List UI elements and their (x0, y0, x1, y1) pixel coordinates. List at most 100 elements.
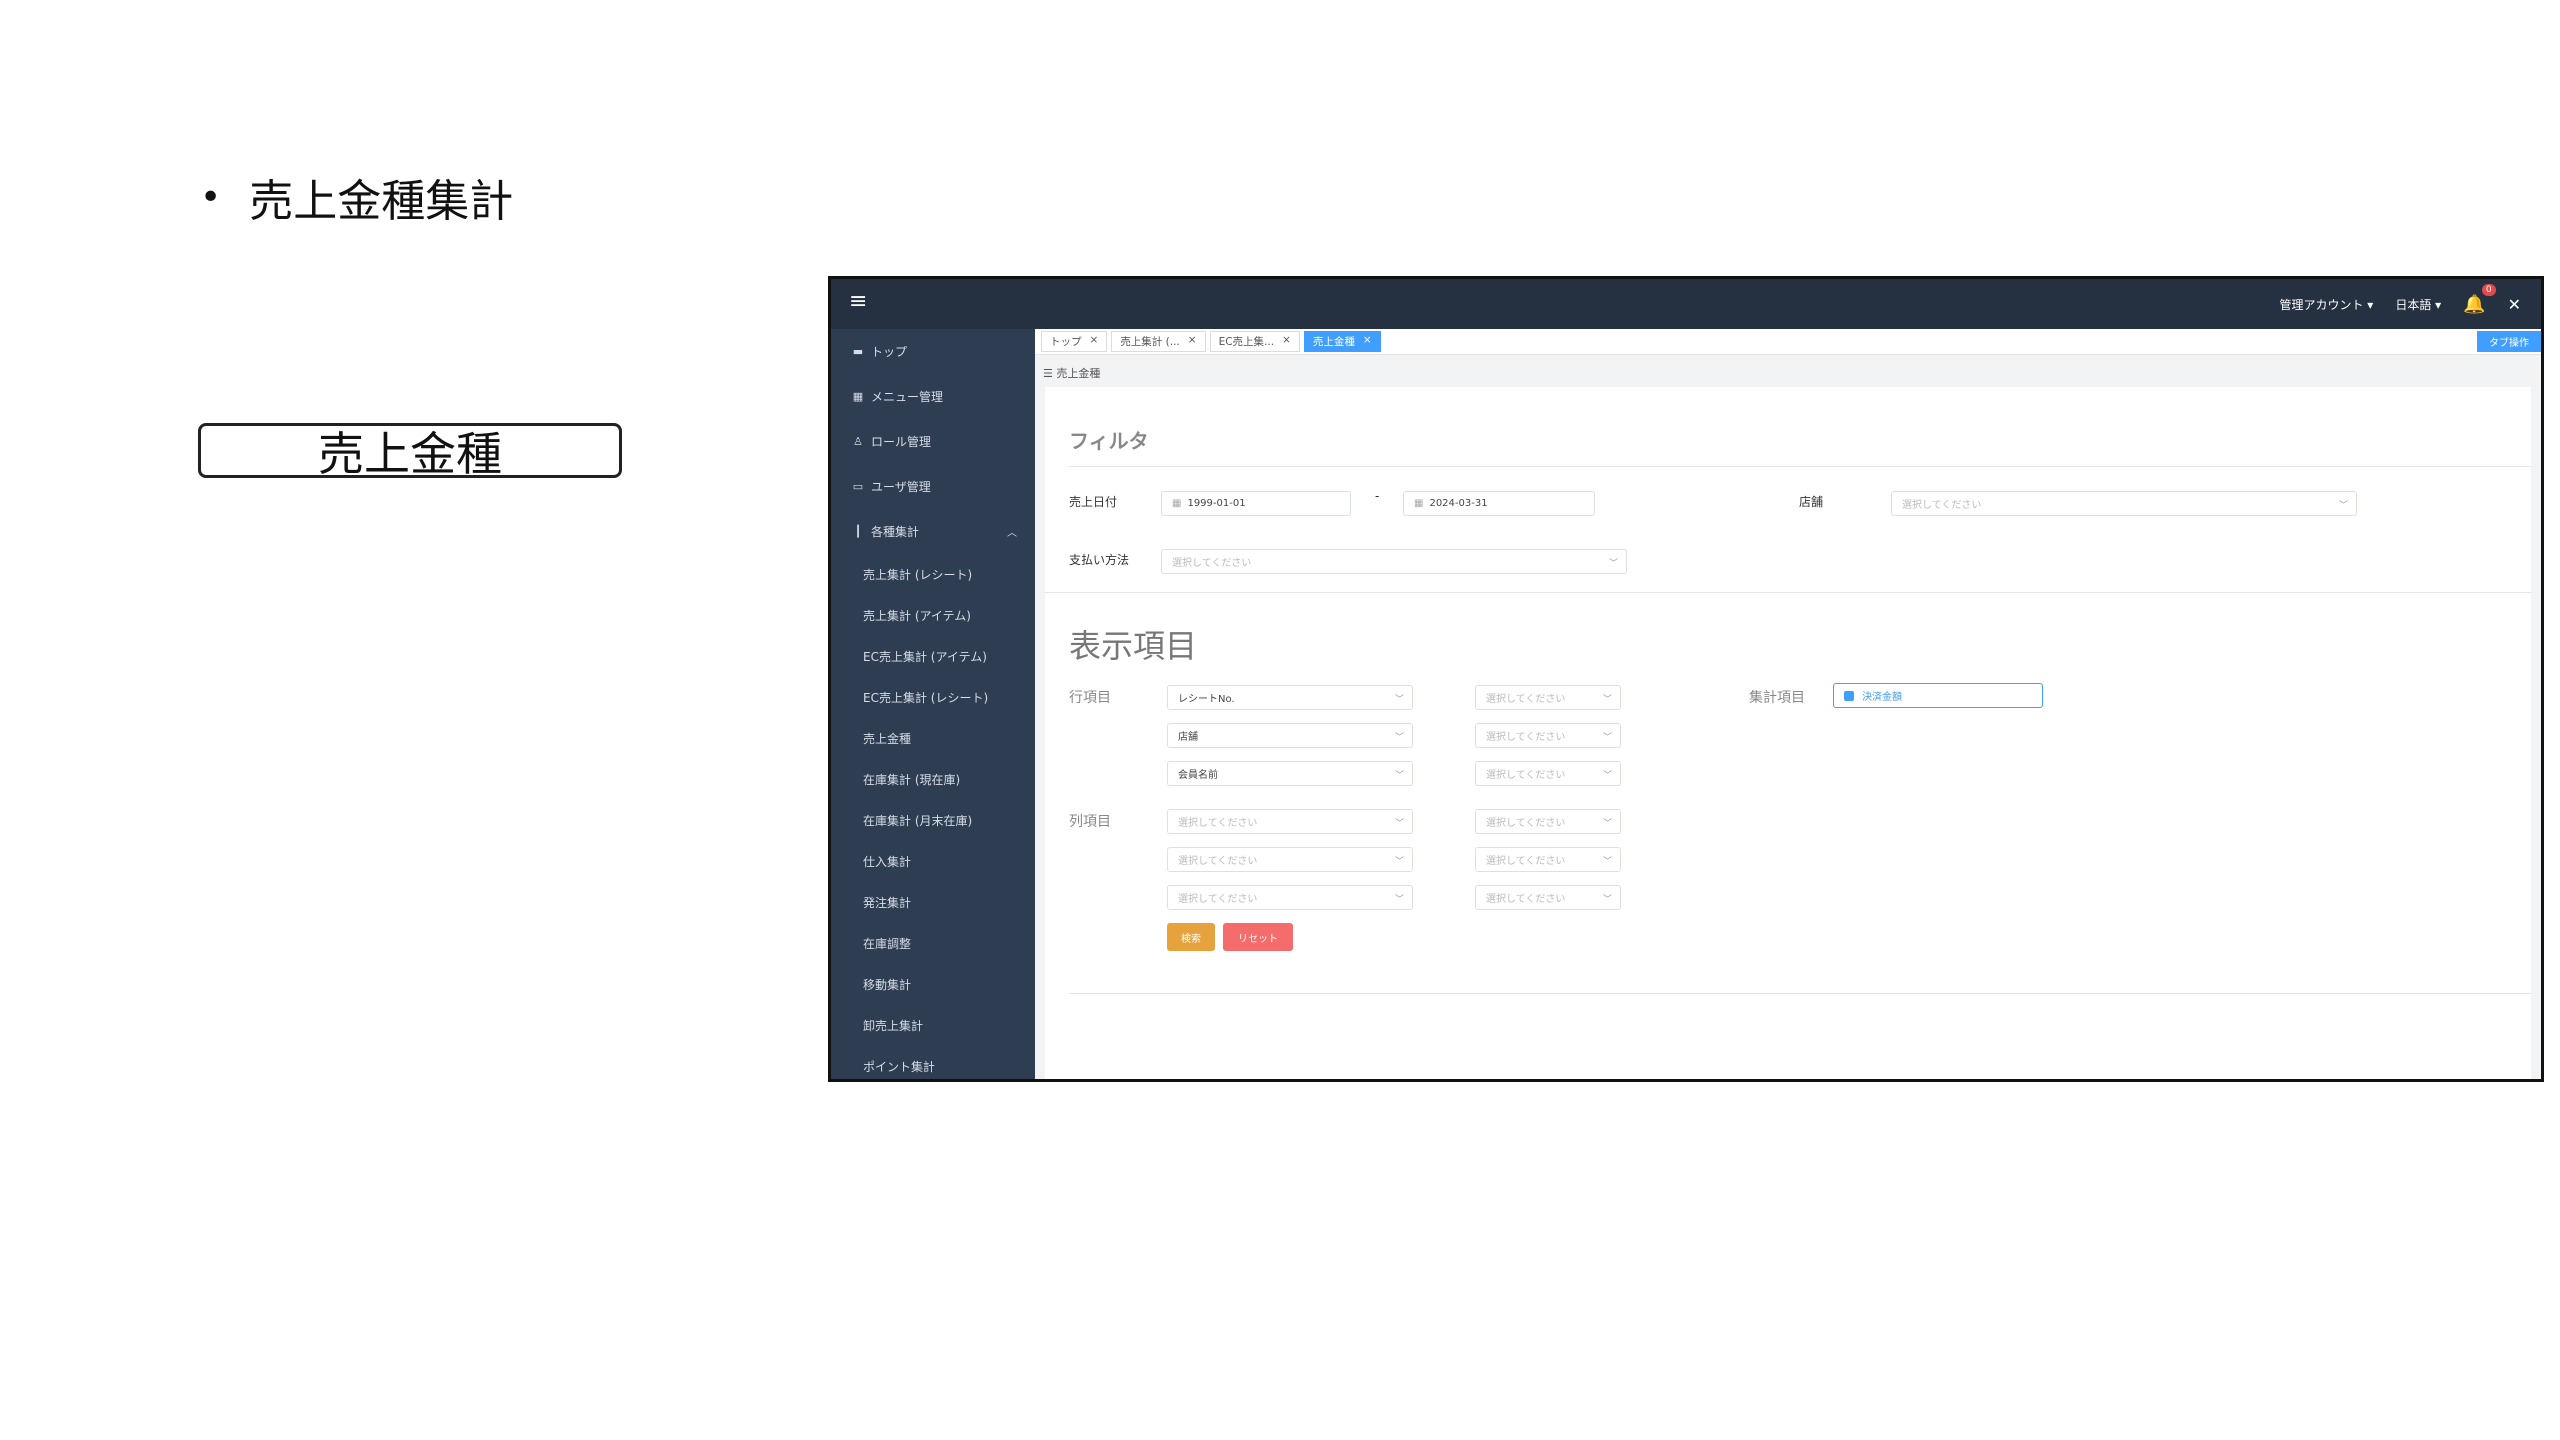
sidebar-subitem[interactable]: ポイント集計 (831, 1046, 1035, 1079)
reset-button[interactable]: リセット (1223, 923, 1293, 951)
sidebar-subitem[interactable]: 仕入集計 (831, 841, 1035, 882)
col-item-select-3[interactable]: 選択してください ﹀ (1167, 885, 1413, 910)
chevron-down-icon: ﹀ (1394, 895, 1404, 905)
chevron-down-icon: ﹀ (1394, 733, 1404, 743)
tab-operation-button[interactable]: タブ操作 (2477, 331, 2541, 352)
aggregate-label: 集計項目 (1749, 690, 1805, 706)
hamburger-icon[interactable]: ≡ (849, 291, 867, 313)
close-icon[interactable]: × (1282, 334, 1291, 349)
slide: • 売上金種集計 売上金種 ≡ 管理アカウント ▾ 日本語 ▾ 🔔 0 ✕ ▬ トッ… (0, 0, 2560, 1440)
chevron-down-icon: ﹀ (1602, 819, 1612, 829)
sidebar-item-top[interactable]: ▬ トップ (831, 329, 1035, 374)
aggregate-select[interactable]: 決済金額 (1833, 683, 2043, 708)
sales-date-label: 売上日付 (1069, 495, 1118, 509)
close-icon[interactable]: × (1090, 334, 1099, 349)
calendar-icon: ▦ (1414, 498, 1424, 509)
payment-select[interactable]: 選択してください ﹀ (1161, 549, 1627, 574)
sidebar-item-role-admin[interactable]: ♙ ロール管理 (831, 419, 1035, 464)
top-bar-right: 管理アカウント ▾ 日本語 ▾ 🔔 0 ✕ (2279, 279, 2521, 329)
sidebar: ▬ トップ ▦ メニュー管理 ♙ ロール管理 ▭ ユーザ管理 ┃ 各種集計 ︿ 売上集計 (… (831, 329, 1035, 1079)
col-sort-select-1[interactable]: 選択してください ﹀ (1475, 809, 1621, 834)
list-icon: ☰ (1043, 367, 1053, 380)
chevron-down-icon: ﹀ (1394, 771, 1404, 781)
account-menu[interactable]: 管理アカウント ▾ (2279, 296, 2373, 313)
col-item-select-1[interactable]: 選択してください ﹀ (1167, 809, 1413, 834)
boxed-label: 売上金種 (198, 423, 622, 481)
chevron-down-icon: ﹀ (1608, 559, 1618, 569)
divider (1069, 466, 2531, 467)
row-items-label: 行項目 (1069, 690, 1111, 706)
fullscreen-icon[interactable]: ✕ (2508, 295, 2521, 314)
search-button[interactable]: 検索 (1167, 923, 1215, 951)
payment-label: 支払い方法 (1069, 553, 1130, 567)
sidebar-subitem[interactable]: 発注集計 (831, 882, 1035, 923)
sidebar-subitem[interactable]: 在庫集計 (月末在庫) (831, 800, 1035, 841)
chevron-down-icon: ﹀ (1394, 695, 1404, 705)
sidebar-subitem[interactable]: 卸売上集計 (831, 1005, 1035, 1046)
breadcrumb: ☰ 売上金種 (1043, 367, 1101, 380)
top-bar: ≡ 管理アカウント ▾ 日本語 ▾ 🔔 0 ✕ (831, 279, 2541, 329)
date-from-input[interactable]: ▦ 1999-01-01 (1161, 491, 1351, 516)
row-sort-select-3[interactable]: 選択してください ﹀ (1475, 761, 1621, 786)
user-icon: ♙ (853, 435, 863, 448)
home-icon: ▬ (852, 345, 864, 358)
column-items-label: 列項目 (1069, 814, 1111, 830)
bell-icon[interactable]: 🔔 0 (2463, 283, 2496, 315)
language-menu[interactable]: 日本語 ▾ (2395, 296, 2441, 313)
divider (1045, 592, 2531, 593)
row-item-select-2[interactable]: 店舗 ﹀ (1167, 723, 1413, 748)
slide-bullet-text: 売上金種集計 (249, 176, 514, 227)
chevron-down-icon: ﹀ (1602, 771, 1612, 781)
bar-chart-icon: ┃ (854, 525, 862, 538)
sidebar-subitem[interactable]: 在庫集計 (現在庫) (831, 759, 1035, 800)
row-sort-select-1[interactable]: 選択してください ﹀ (1475, 685, 1621, 710)
close-icon[interactable]: × (1363, 334, 1372, 349)
notification-badge: 0 (2481, 283, 2496, 296)
grid-icon: ▦ (852, 390, 864, 403)
app-screenshot: ≡ 管理アカウント ▾ 日本語 ▾ 🔔 0 ✕ ▬ トップ ▦ メニュー管理 ♙ ロール… (828, 276, 2544, 1082)
chevron-down-icon: ﹀ (1602, 695, 1612, 705)
chevron-down-icon: ﹀ (1602, 895, 1612, 905)
sidebar-item-user-admin[interactable]: ▭ ユーザ管理 (831, 464, 1035, 509)
tab-ec-sales[interactable]: EC売上集... × (1209, 331, 1300, 352)
sidebar-subitem[interactable]: 売上集計 (アイテム) (831, 595, 1035, 636)
close-icon[interactable]: × (1188, 334, 1197, 349)
sidebar-subitem[interactable]: 移動集計 (831, 964, 1035, 1005)
chevron-down-icon: ﹀ (1602, 733, 1612, 743)
col-item-select-2[interactable]: 選択してください ﹀ (1167, 847, 1413, 872)
display-title: 表示項目 (1069, 627, 1198, 665)
sidebar-subitem[interactable]: 売上集計 (レシート) (831, 554, 1035, 595)
tab-bar: トップ × 売上集計 (... × EC売上集... × 売上金種 × タブ操作 (1035, 329, 2541, 355)
store-label: 店舗 (1799, 495, 1824, 509)
filter-title: フィルタ (1069, 429, 1149, 453)
store-select[interactable]: 選択してください ﹀ (1891, 491, 2357, 516)
content-panel: フィルタ 売上日付 ▦ 1999-01-01 - ▦ 2024-03-31 店舗 選… (1045, 387, 2531, 1079)
tab-top[interactable]: トップ × (1041, 331, 1108, 352)
chevron-down-icon: ﹀ (1394, 857, 1404, 867)
sidebar-item-menu-admin[interactable]: ▦ メニュー管理 (831, 374, 1035, 419)
main-area: トップ × 売上集計 (... × EC売上集... × 売上金種 × タブ操作 ☰ 売… (1035, 329, 2541, 1079)
chevron-down-icon: ﹀ (1394, 819, 1404, 829)
chevron-up-icon: ︿ (1007, 528, 1017, 539)
tab-sales-payment-type[interactable]: 売上金種 × (1303, 331, 1381, 352)
row-sort-select-2[interactable]: 選択してください ﹀ (1475, 723, 1621, 748)
date-separator: - (1375, 489, 1380, 503)
calendar-icon: ▦ (1172, 498, 1182, 509)
row-item-select-3[interactable]: 会員名前 ﹀ (1167, 761, 1413, 786)
col-sort-select-2[interactable]: 選択してください ﹀ (1475, 847, 1621, 872)
chevron-down-icon: ﹀ (2338, 501, 2348, 511)
sidebar-subitem[interactable]: EC売上集計 (アイテム) (831, 636, 1035, 677)
bullet-dot: • (200, 176, 222, 218)
id-card-icon: ▭ (852, 480, 864, 493)
row-item-select-1[interactable]: レシートNo. ﹀ (1167, 685, 1413, 710)
col-sort-select-3[interactable]: 選択してください ﹀ (1475, 885, 1621, 910)
sidebar-subitem[interactable]: 売上金種 (831, 718, 1035, 759)
checkbox-icon (1844, 690, 1854, 701)
chevron-down-icon: ﹀ (1602, 857, 1612, 867)
sidebar-item-reports[interactable]: ┃ 各種集計 ︿ (831, 509, 1035, 554)
sidebar-subitem[interactable]: EC売上集計 (レシート) (831, 677, 1035, 718)
date-to-input[interactable]: ▦ 2024-03-31 (1403, 491, 1595, 516)
divider (1069, 993, 2531, 994)
sidebar-subitem[interactable]: 在庫調整 (831, 923, 1035, 964)
tab-sales-receipt[interactable]: 売上集計 (... × (1111, 331, 1206, 352)
